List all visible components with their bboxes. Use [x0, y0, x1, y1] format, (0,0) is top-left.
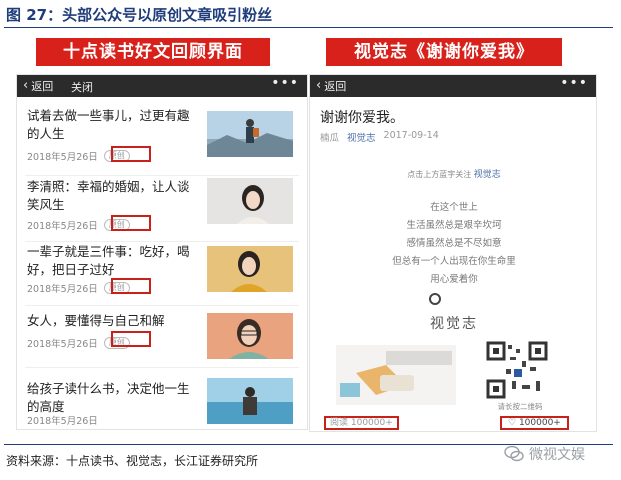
article-item[interactable]: 一辈子就是三件事：吃好，喝好，把日子过好 2018年5月26日 原创 — [17, 243, 307, 307]
article-date: 2018年5月26日 — [27, 416, 98, 427]
wechat-icon — [504, 445, 524, 462]
thumbnail-woman-yellow — [207, 246, 293, 292]
article-heading: 谢谢你爱我。 — [320, 110, 404, 126]
chevron-left-icon: ‹ — [23, 78, 29, 93]
article-item[interactable]: 试着去做一些事儿，过更有趣的人生 2018年5月26日 原创 — [17, 107, 307, 171]
qr-code-icon[interactable] — [486, 341, 548, 399]
source-note: 资料来源：十点读书、视觉志，长江证券研究所 — [6, 454, 259, 468]
watermark: 微视文娱 — [504, 444, 585, 464]
right-topbar: ‹ 返回 ••• — [310, 75, 596, 97]
more-icon[interactable]: ••• — [271, 75, 299, 91]
back-button[interactable]: ‹ 返回 — [23, 78, 53, 94]
article-date: 2018年5月26日 — [27, 152, 98, 163]
account-link[interactable]: 视觉志 — [347, 130, 376, 144]
poem-line: 用心爱着你 — [430, 274, 478, 285]
thumbnail-woman-glasses — [207, 313, 293, 359]
publish-date: 2017-09-14 — [383, 130, 439, 141]
poem-line: 但总有一个人出现在你生命里 — [392, 256, 516, 267]
read-count: 阅读 100000+ — [324, 416, 399, 430]
qr-caption: 请长按二维码 — [497, 402, 543, 411]
like-button[interactable]: ♡ 100000+ — [500, 416, 569, 430]
article-title: 给孩子读什么书，决定他一生的高度 — [27, 381, 190, 414]
follow-account-link[interactable]: 视觉志 — [474, 170, 501, 180]
article-item[interactable]: 李清照：幸福的婚姻，让人谈笑风生 2018年5月26日 原创 — [17, 178, 307, 242]
brand-logo-text: 视觉志 — [430, 316, 478, 332]
left-phone-screen: ‹ 返回 关闭 ••• 试着去做一些事儿，过更有趣的人生 2018年5月26日 … — [16, 74, 308, 430]
article-title: 试着去做一些事儿，过更有趣的人生 — [27, 108, 190, 141]
article-title: 李清照：幸福的婚姻，让人谈笑风生 — [27, 179, 190, 212]
right-phone-screen: ‹ 返回 ••• 谢谢你爱我。 楠瓜 视觉志 2017-09-14 点击上方蓝字… — [309, 74, 597, 432]
highlight-box — [111, 146, 151, 162]
divider — [25, 241, 299, 242]
chevron-left-icon: ‹ — [316, 78, 322, 93]
top-rule — [4, 27, 613, 28]
author-name: 楠瓜 — [320, 133, 340, 144]
divider — [25, 305, 299, 306]
article-title: 女人，要懂得与自己和解 — [27, 313, 165, 328]
more-icon[interactable]: ••• — [560, 75, 588, 91]
divider — [25, 175, 299, 176]
left-topbar: ‹ 返回 关闭 ••• — [17, 75, 307, 97]
watermark-text: 微视文娱 — [529, 447, 585, 463]
right-banner: 视觉志《谢谢你爱我》 — [326, 38, 562, 66]
thumbnail-mountain-hiker — [207, 111, 293, 157]
left-banner: 十点读书好文回顾界面 — [36, 38, 270, 66]
close-button[interactable]: 关闭 — [71, 79, 93, 95]
like-count: 100000+ — [518, 418, 561, 428]
figure-title: 图 27：头部公众号以原创文章吸引粉丝 — [6, 6, 273, 24]
thumbnail-child-beach — [207, 378, 293, 424]
poem-line: 感情虽然总是不尽如意 — [406, 238, 502, 249]
follow-prefix: 点击上方蓝字关注 — [407, 170, 472, 179]
highlight-box — [111, 278, 151, 294]
article-date: 2018年5月26日 — [27, 221, 98, 232]
article-date: 2018年5月26日 — [27, 339, 98, 350]
article-title: 一辈子就是三件事：吃好，喝好，把日子过好 — [27, 244, 190, 277]
back-label: 返回 — [324, 80, 347, 93]
follow-prompt: 点击上方蓝字关注 视觉志 — [310, 167, 596, 180]
thumbnail-woman-portrait — [207, 178, 293, 224]
back-label: 返回 — [31, 80, 54, 93]
highlight-box — [111, 215, 151, 231]
article-item[interactable]: 给孩子读什么书，决定他一生的高度 2018年5月26日 — [17, 378, 307, 429]
highlight-box — [111, 331, 151, 347]
article-date: 2018年5月26日 — [27, 284, 98, 295]
heart-icon: ♡ — [508, 418, 519, 428]
poem-line: 生活虽然总是艰辛坎坷 — [406, 220, 502, 231]
poem-line: 在这个世上 — [430, 202, 478, 213]
article-meta: 楠瓜 视觉志 2017-09-14 — [320, 130, 439, 144]
desk-illustration — [336, 345, 456, 405]
divider — [25, 367, 299, 368]
logo-ring-icon — [429, 293, 441, 305]
back-button[interactable]: ‹ 返回 — [316, 78, 346, 94]
